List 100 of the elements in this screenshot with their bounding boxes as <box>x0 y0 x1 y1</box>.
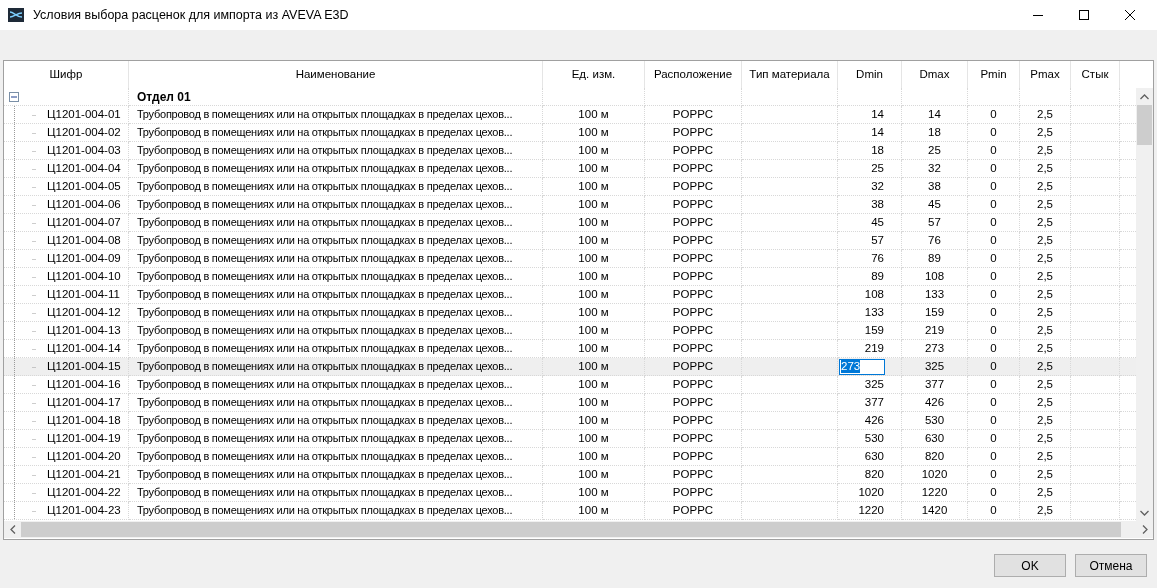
row-code: Ц1201-004-06 <box>47 196 121 212</box>
table-cell-text: 0 <box>990 430 997 446</box>
table-cell-text: POPPC <box>672 304 714 320</box>
vertical-scrollbar[interactable] <box>1136 88 1153 521</box>
table-cell-text: POPPC <box>672 430 714 446</box>
table-cell-text: POPPC <box>672 466 714 482</box>
cancel-button[interactable]: Отмена <box>1075 554 1147 577</box>
table-cell-text: 133 <box>924 286 945 302</box>
table-cell-text: Трубопровод в помещениях или на открытых площадках в пределах цехов... <box>137 233 513 249</box>
table-cell-text: 0 <box>990 268 997 284</box>
column-header[interactable]: Тип материала <box>742 61 838 88</box>
row-code: Ц1201-004-21 <box>47 466 121 482</box>
table-cell-text: 0 <box>990 412 997 428</box>
table-cell-text: 325 <box>924 358 945 374</box>
table-cell-text: 100 м <box>578 160 609 176</box>
row-code: Ц1201-004-19 <box>47 430 121 446</box>
table-cell-text: Трубопровод в помещениях или на открытых площадках в пределах цехов... <box>137 161 513 177</box>
table-cell-text: 377 <box>924 376 945 392</box>
column-header[interactable]: Dmin <box>838 61 902 88</box>
row-code: Ц1201-004-01 <box>47 106 121 122</box>
column-header[interactable]: Dmax <box>902 61 968 88</box>
table-cell-text: 14 <box>871 124 884 140</box>
table-cell-text: 2,5 <box>1037 160 1053 176</box>
ok-button[interactable]: OK <box>994 554 1066 577</box>
table-cell-text: 2,5 <box>1037 304 1053 320</box>
table-cell-text: 2,5 <box>1037 214 1053 230</box>
table-cell-text: 2,5 <box>1037 448 1053 464</box>
table-cell-text: 0 <box>990 106 997 122</box>
table-cell-text: 2,5 <box>1037 178 1053 194</box>
column-header[interactable]: Шифр <box>4 61 129 88</box>
table-cell-text: 2,5 <box>1037 430 1053 446</box>
table-cell-text: POPPC <box>672 376 714 392</box>
table-cell-text: 100 м <box>578 376 609 392</box>
table-cell-text: 1020 <box>921 466 948 482</box>
tree-line <box>14 502 36 519</box>
table-cell-text: 2,5 <box>1037 142 1053 158</box>
table-cell-text: Трубопровод в помещениях или на открытых площадках в пределах цехов... <box>137 467 513 483</box>
table-cell-text: 89 <box>871 268 884 284</box>
table-cell-text: 2,5 <box>1037 124 1053 140</box>
row-code: Ц1201-004-22 <box>47 484 121 500</box>
table-cell-text: Трубопровод в помещениях или на открытых площадках в пределах цехов... <box>137 413 513 429</box>
table-cell-text: 100 м <box>578 340 609 356</box>
tree-line <box>14 466 36 483</box>
table-cell-text: 159 <box>864 322 884 338</box>
row-code: Ц1201-004-02 <box>47 124 121 140</box>
table-cell-text: 100 м <box>578 448 609 464</box>
table-cell-text: 100 м <box>578 268 609 284</box>
table-cell-text: 2,5 <box>1037 376 1053 392</box>
table-cell-text: 630 <box>864 448 884 464</box>
table-cell-text: Трубопровод в помещениях или на открытых площадках в пределах цехов... <box>137 107 513 123</box>
table-cell-text: Трубопровод в помещениях или на открытых площадках в пределах цехов... <box>137 449 513 465</box>
table-cell-text: 0 <box>990 250 997 266</box>
row-code: Ц1201-004-05 <box>47 178 121 194</box>
table-cell-text: 0 <box>990 304 997 320</box>
table-cell-text: 2,5 <box>1037 466 1053 482</box>
table-cell-text: 0 <box>990 376 997 392</box>
table-cell-text: 2,5 <box>1037 322 1053 338</box>
table-cell-text: Трубопровод в помещениях или на открытых площадках в пределах цехов... <box>137 305 513 321</box>
table-cell-text: 1420 <box>921 502 948 518</box>
table-cell-text: 100 м <box>578 250 609 266</box>
column-header[interactable]: Стык <box>1071 61 1120 88</box>
table-cell-text: Трубопровод в помещениях или на открытых площадках в пределах цехов... <box>137 359 513 375</box>
column-header[interactable]: Pmax <box>1020 61 1071 88</box>
table-cell-text: 100 м <box>578 466 609 482</box>
table-cell-text: POPPC <box>672 142 714 158</box>
table-cell-text: 133 <box>864 304 884 320</box>
table-cell-text: 100 м <box>578 106 609 122</box>
table-cell-text: 2,5 <box>1037 106 1053 122</box>
table-cell-text: Трубопровод в помещениях или на открытых площадках в пределах цехов... <box>137 251 513 267</box>
close-icon[interactable] <box>1125 10 1135 20</box>
table-cell-text: 219 <box>924 322 945 338</box>
table-cell-text: 100 м <box>578 358 609 374</box>
table-cell-text: POPPC <box>672 340 714 356</box>
table-cell-text: POPPC <box>672 124 714 140</box>
table-cell-text: Трубопровод в помещениях или на открытых площадках в пределах цехов... <box>137 485 513 501</box>
table-cell-text: 14 <box>928 106 941 122</box>
column-header[interactable]: Ед. изм. <box>543 61 645 88</box>
column-header[interactable]: Наименование <box>129 61 543 88</box>
table-cell-text: POPPC <box>672 394 714 410</box>
column-header[interactable]: Расположение <box>645 61 742 88</box>
tree-line <box>14 124 36 141</box>
table-cell-text: 1020 <box>858 484 884 500</box>
scroll-thumb[interactable] <box>21 522 1121 537</box>
tree-line <box>14 376 36 393</box>
table-cell-text: 2,5 <box>1037 412 1053 428</box>
maximize-icon[interactable] <box>1079 10 1089 20</box>
table-cell-text: Трубопровод в помещениях или на открытых площадках в пределах цехов... <box>137 323 513 339</box>
table-cell-text: 100 м <box>578 412 609 428</box>
collapse-icon[interactable] <box>9 92 19 102</box>
column-header[interactable]: Pmin <box>968 61 1020 88</box>
table-cell-text: 2,5 <box>1037 502 1053 518</box>
edit-field[interactable]: 273 <box>839 358 885 375</box>
table-cell-text: 0 <box>990 124 997 140</box>
window-title: Условия выбора расценок для импорта из AVEVA E3D <box>33 6 349 24</box>
horizontal-scrollbar[interactable] <box>4 521 1153 538</box>
table-cell-text: 530 <box>924 412 945 428</box>
app-icon <box>8 7 24 23</box>
table-cell-text: 0 <box>990 286 997 302</box>
scroll-thumb[interactable] <box>1137 105 1152 145</box>
table-cell-text: 0 <box>990 142 997 158</box>
